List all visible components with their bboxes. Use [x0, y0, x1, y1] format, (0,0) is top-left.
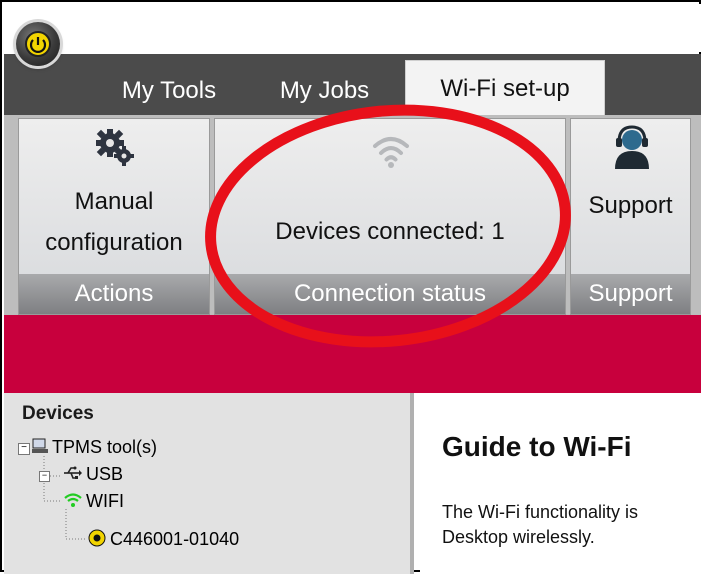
tree-item-tpms-tools[interactable]: TPMS tool(s): [52, 437, 157, 458]
wifi-icon: [371, 131, 411, 171]
guide-title: Guide to Wi-Fi: [442, 431, 632, 462]
support-button-label: Support: [588, 192, 673, 219]
guide-text-line-1: The Wi-Fi functionality is: [442, 502, 639, 522]
connection-status-group-label: Connection status: [215, 274, 565, 314]
tree-item-usb[interactable]: USB: [86, 464, 123, 485]
devices-connected-status: Devices connected: 1: [275, 218, 505, 245]
gears-icon: [95, 127, 135, 167]
devices-panel: Devices − TPMS tool(s) − USB WIFI C44600…: [4, 393, 414, 574]
device-status-icon: [88, 529, 106, 547]
tab-my-tools[interactable]: My Tools: [99, 71, 239, 111]
ribbon: Manual configuration Actions Devices con…: [4, 115, 701, 315]
tpms-tool-icon: [31, 438, 49, 454]
window-frame: My Tools My Jobs Wi-Fi set-up Manual con…: [0, 0, 701, 574]
usb-icon: [62, 465, 82, 481]
guide-panel: Guide to Wi-Fi The Wi-Fi functionality i…: [420, 393, 701, 574]
tab-wifi-setup[interactable]: Wi-Fi set-up: [405, 60, 605, 117]
actions-group-label: Actions: [19, 274, 209, 314]
wifi-tree-icon: [64, 491, 82, 509]
support-button[interactable]: Support: [571, 119, 690, 274]
red-banner: [4, 315, 701, 393]
ribbon-group-connection-status: Devices connected: 1 Connection status: [214, 118, 566, 315]
ribbon-group-actions: Manual configuration Actions: [18, 118, 210, 315]
tree-collapse-toggle-usb[interactable]: −: [39, 471, 50, 482]
app-menu-orb-icon[interactable]: [16, 22, 60, 66]
ribbon-group-support: Support Support: [570, 118, 691, 315]
tpms-logo-icon: [25, 31, 51, 57]
tab-my-jobs[interactable]: My Jobs: [262, 71, 387, 111]
manual-configuration-label-2: configuration: [45, 229, 183, 256]
support-group-label: Support: [571, 274, 690, 314]
tree-collapse-toggle-tools[interactable]: −: [18, 443, 30, 455]
manual-configuration-label-1: Manual: [74, 188, 154, 215]
tab-bar: My Tools My Jobs Wi-Fi set-up: [4, 54, 701, 117]
guide-text-line-2: Desktop wirelessly.: [442, 527, 595, 547]
tree-item-wifi[interactable]: WIFI: [86, 491, 124, 512]
tree-item-device[interactable]: C446001-01040: [110, 529, 239, 550]
headset-icon: [611, 125, 653, 169]
manual-configuration-button[interactable]: Manual configuration: [19, 119, 209, 274]
title-bar: [4, 4, 701, 52]
